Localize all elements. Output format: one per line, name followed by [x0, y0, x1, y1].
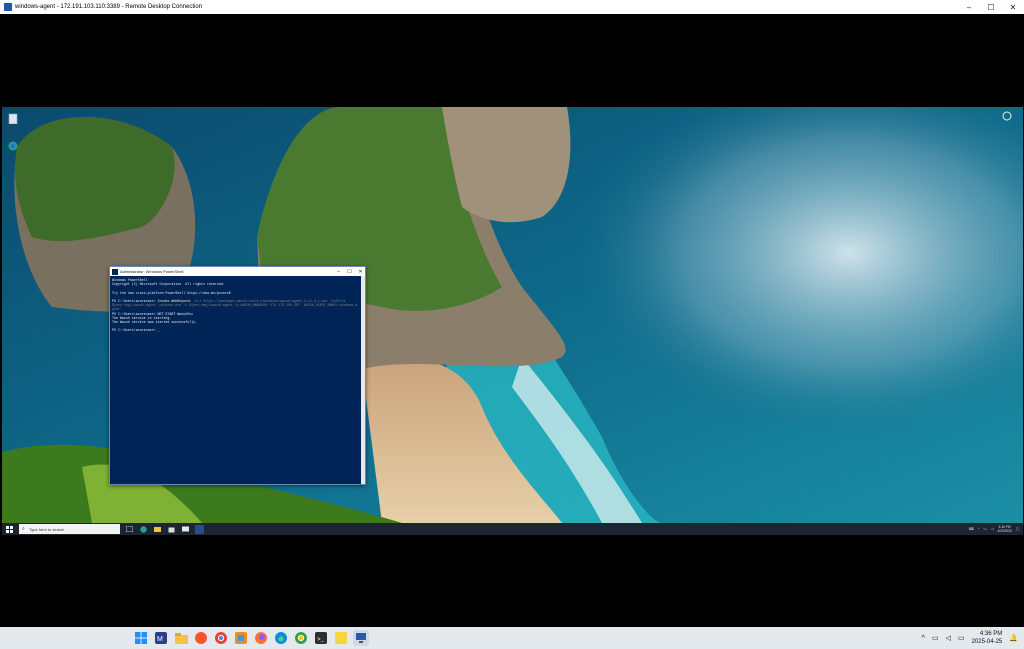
terminal-app-icon[interactable]: M: [153, 630, 169, 646]
svg-text:M: M: [157, 636, 163, 643]
chrome-dev-icon[interactable]: [293, 630, 309, 646]
rdp-title-bar: windows-agent - 172.191.103.110:3389 - R…: [0, 0, 1024, 14]
powershell-icon: [112, 268, 118, 275]
remote-search-box[interactable]: ⌕ Type here to search: [19, 524, 120, 534]
powershell-taskbar-icon[interactable]: [195, 524, 204, 534]
notification-icon[interactable]: ▢: [1016, 527, 1019, 531]
recycle-bin-icon[interactable]: [6, 111, 20, 125]
edge-desktop-icon[interactable]: [6, 139, 20, 153]
file-explorer-icon[interactable]: [153, 525, 162, 534]
host-system-tray: ^ ▭ ◁ ▭ 4:36 PM 2025-04-25 🔔: [922, 627, 1018, 649]
remote-system-tray: ⌨ ^ ▭ ◁ 4:36 PM 4/25/2025 ▢: [969, 523, 1019, 535]
rdp-window-title: windows-agent - 172.191.103.110:3389 - R…: [15, 4, 203, 10]
sticky-notes-icon[interactable]: [333, 630, 349, 646]
host-clock-date: 2025-04-25: [971, 639, 1003, 645]
display-icon[interactable]: ▭: [932, 634, 939, 642]
search-placeholder: Type here to search: [29, 526, 65, 532]
windows-start-icon[interactable]: [133, 630, 149, 646]
network-icon[interactable]: ▭: [983, 527, 986, 531]
battery-icon[interactable]: ▭: [958, 634, 965, 642]
powershell-console-output[interactable]: Windows PowerShell Copyright (C) Microsof…: [110, 276, 365, 480]
store-icon[interactable]: [167, 525, 176, 534]
remote-clock-date: 4/25/2025: [997, 529, 1012, 533]
host-taskbar: M >_ ^ ▭ ◁ ▭ 4:36 PM 2025-04-25 🔔: [0, 627, 1024, 649]
mail-icon[interactable]: [181, 525, 190, 534]
minimize-button[interactable]: –: [958, 0, 980, 14]
task-view-icon[interactable]: [125, 525, 134, 534]
remote-desktop-icon: [4, 3, 12, 11]
ps-close-button[interactable]: ✕: [356, 267, 365, 276]
terminal-icon[interactable]: >_: [313, 630, 329, 646]
powershell-title-bar[interactable]: Administrator: Windows PowerShell – ☐ ✕: [110, 267, 365, 276]
powershell-window-title: Administrator: Windows PowerShell: [120, 269, 184, 274]
remote-start-button[interactable]: [5, 525, 13, 533]
windows-logo-icon: [5, 525, 13, 533]
powershell-scrollbar[interactable]: [361, 276, 365, 484]
maximize-button[interactable]: ☐: [980, 0, 1002, 14]
chevron-up-icon[interactable]: ^: [922, 635, 925, 642]
remote-taskbar: ⌕ Type here to search ⌨ ^ ▭ ◁ 4:36 PM 4/…: [2, 523, 1023, 535]
remote-desktop-icon[interactable]: [353, 630, 369, 646]
notification-bell-icon[interactable]: 🔔: [1009, 634, 1018, 642]
volume-icon[interactable]: ◁: [946, 634, 951, 642]
close-button[interactable]: ✕: [1002, 0, 1024, 14]
capture-icon[interactable]: [233, 630, 249, 646]
console-line: PS C:\Users\azureuser> _: [112, 328, 160, 333]
edge-icon[interactable]: [273, 630, 289, 646]
remote-desktop-session[interactable]: Administrator: Windows PowerShell – ☐ ✕ …: [2, 107, 1023, 535]
file-explorer-icon[interactable]: [173, 630, 189, 646]
host-taskbar-apps: M >_: [133, 627, 369, 649]
host-clock-time: 4:36 PM: [979, 631, 1003, 637]
keyboard-icon[interactable]: ⌨: [969, 527, 974, 531]
chevron-up-icon[interactable]: ^: [978, 527, 980, 531]
ps-maximize-button[interactable]: ☐: [345, 267, 354, 276]
brave-icon[interactable]: [193, 630, 209, 646]
chrome-icon[interactable]: [213, 630, 229, 646]
host-clock[interactable]: 4:36 PM 2025-04-25: [972, 630, 1003, 646]
svg-text:>_: >_: [317, 636, 325, 643]
remote-clock[interactable]: 4:36 PM 4/25/2025: [998, 525, 1012, 533]
settings-desktop-icon[interactable]: [1000, 109, 1014, 123]
edge-icon[interactable]: [139, 525, 148, 534]
firefox-icon[interactable]: [253, 630, 269, 646]
ps-minimize-button[interactable]: –: [334, 267, 343, 276]
powershell-window[interactable]: Administrator: Windows PowerShell – ☐ ✕ …: [109, 266, 366, 485]
console-line: ${env:tmp}\wazuh-agent; msiexec.exe /i $…: [112, 303, 358, 308]
search-icon: ⌕: [22, 526, 25, 532]
volume-icon[interactable]: ◁: [991, 527, 994, 531]
